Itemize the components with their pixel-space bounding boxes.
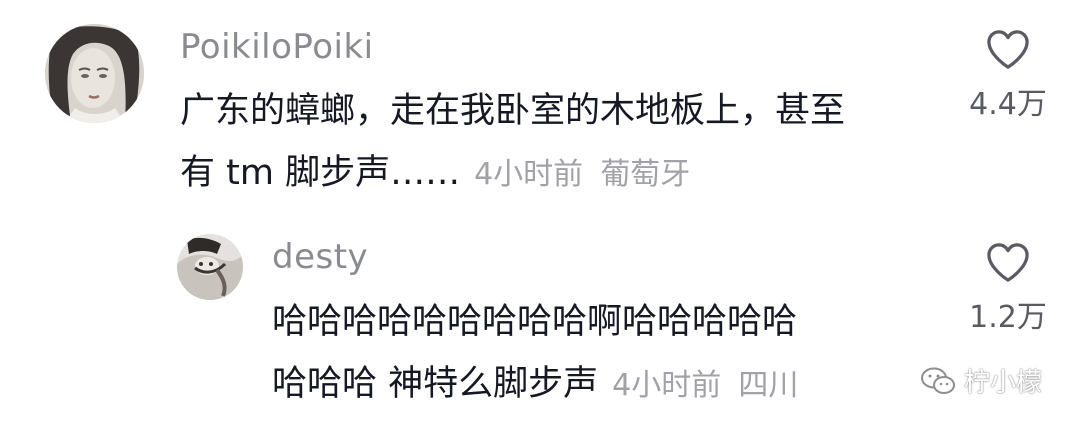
comment-time: 4小时前: [474, 157, 584, 192]
reply-time: 4小时前: [612, 368, 722, 403]
reply-like-count: 1.2万: [969, 300, 1047, 335]
comment-avatar[interactable]: [45, 24, 144, 123]
comment-text-end: 有 tm 脚步声……: [180, 153, 461, 193]
heart-outline-icon: [987, 243, 1029, 282]
heart-outline-icon: [987, 30, 1029, 69]
reply-location: 四川: [738, 368, 799, 403]
reply-text: 哈哈哈哈哈哈哈哈哈啊哈哈哈哈哈 哈哈哈 神特么脚步声 4小时前 四川: [272, 291, 798, 417]
watermark: 柠小檬: [920, 362, 1042, 399]
comment-text-line: 广东的蟑螂，走在我卧室的木地板上，甚至: [180, 91, 846, 131]
reply-avatar[interactable]: [177, 234, 243, 300]
avatar-portrait-icon: [45, 24, 144, 123]
comment-like-button[interactable]: 4.4万: [958, 28, 1058, 120]
reply-like-button[interactable]: 1.2万: [958, 241, 1058, 333]
comment-like-count: 4.4万: [969, 87, 1047, 122]
reply-username[interactable]: desty: [272, 240, 368, 274]
comment-text-line: 有 tm 脚步声…… 4小时前 葡萄牙: [180, 142, 845, 206]
comment-username[interactable]: PoikiloPoiki: [180, 30, 374, 64]
avatar-photo-icon: [177, 234, 243, 300]
reply-text-line: 哈哈哈哈哈哈哈哈哈啊哈哈哈哈哈: [272, 302, 798, 342]
reply-text-line: 哈哈哈 神特么脚步声 4小时前 四川: [272, 353, 798, 417]
reply-text-end: 哈哈哈 神特么脚步声: [272, 364, 599, 404]
comment-text: 广东的蟑螂，走在我卧室的木地板上，甚至 有 tm 脚步声…… 4小时前 葡萄牙: [180, 80, 845, 206]
comment-location: 葡萄牙: [600, 157, 691, 192]
watermark-text: 柠小檬: [964, 368, 1043, 398]
wechat-icon: [921, 367, 955, 394]
